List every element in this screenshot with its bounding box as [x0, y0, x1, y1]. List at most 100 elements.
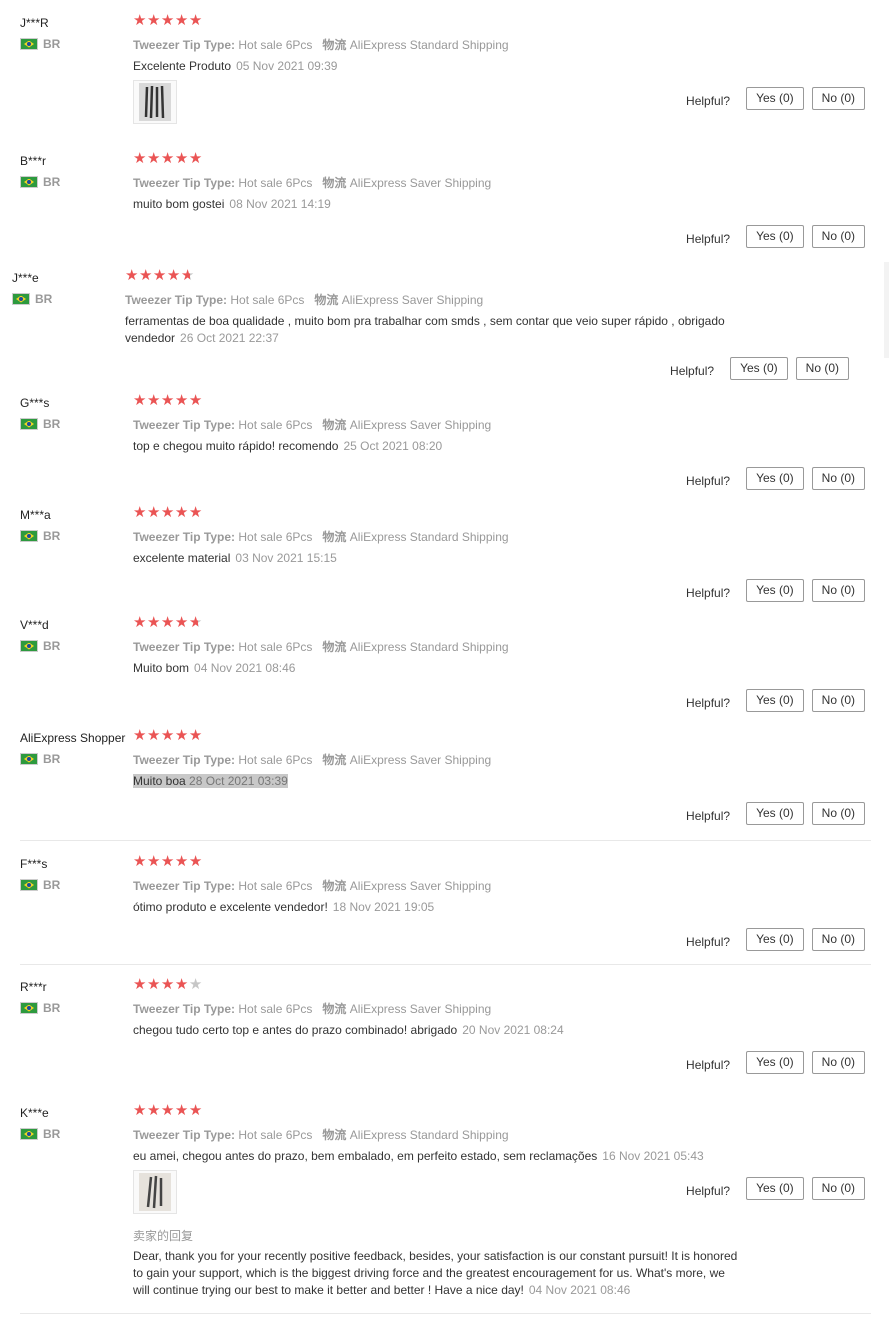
reviewer-name: M***a — [20, 508, 51, 522]
review-text: eu amei, chegou antes do prazo, bem emba… — [133, 1149, 704, 1163]
review-text: Muito boa 28 Oct 2021 03:39 — [133, 774, 288, 788]
helpful-no-button[interactable]: No (0) — [811, 1051, 865, 1074]
helpful-vote: Helpful? Yes (0) No (0) — [686, 579, 865, 602]
review-text: chegou tudo certo top e antes do prazo c… — [133, 1023, 564, 1037]
review-meta: Tweezer Tip Type: Hot sale 6Pcs 物流 AliExp… — [133, 176, 492, 190]
helpful-vote: Helpful? Yes (0) No (0) — [686, 802, 865, 825]
helpful-vote: Helpful? Yes (0) No (0) — [686, 225, 865, 248]
brazil-flag-icon — [20, 418, 38, 430]
star-rating: ★★★★★ — [133, 1102, 203, 1119]
review-divider — [20, 1313, 871, 1314]
reviewer-name: J***e — [12, 271, 39, 285]
brazil-flag-icon — [20, 530, 38, 542]
review-text: ótimo produto e excelente vendedor! 18 No… — [133, 900, 435, 914]
reviewer-name: K***e — [20, 1106, 49, 1120]
review-text: muito bom gostei 08 Nov 2021 14:19 — [133, 197, 331, 211]
reviewer-name: F***s — [20, 857, 48, 871]
helpful-no-button[interactable]: No (0) — [811, 802, 865, 825]
star-rating: ★★★★★ — [133, 150, 203, 167]
seller-reply-text: Dear, thank you for your recently positi… — [133, 1249, 738, 1297]
review-meta: Tweezer Tip Type: Hot sale 6Pcs 物流 AliExp… — [125, 293, 484, 307]
helpful-no-button[interactable]: No (0) — [811, 225, 865, 248]
review-meta: Tweezer Tip Type: Hot sale 6Pcs 物流 AliExp… — [133, 879, 492, 893]
star-rating: ★★★★★ — [133, 392, 203, 409]
review-item: J***e BR ★★★★★ Tweezer Tip Type: Hot sal… — [0, 263, 881, 403]
review-meta: Tweezer Tip Type: Hot sale 6Pcs 物流 AliExp… — [133, 640, 509, 654]
helpful-no-button[interactable]: No (0) — [795, 357, 849, 380]
reviewer-country: BR — [20, 1127, 60, 1141]
review-meta: Tweezer Tip Type: Hot sale 6Pcs 物流 AliExp… — [133, 38, 509, 52]
reviewer-country: BR — [12, 292, 52, 306]
star-rating: ★★★★★ — [133, 12, 203, 29]
helpful-yes-button[interactable]: Yes (0) — [730, 357, 788, 380]
review-text: ferramentas de boa qualidade , muito bom… — [125, 314, 725, 345]
star-rating: ★★★★★ — [133, 976, 203, 993]
helpful-yes-button[interactable]: Yes (0) — [746, 1051, 804, 1074]
helpful-vote: Helpful? Yes (0) No (0) — [686, 1051, 865, 1074]
review-text: Muito bom 04 Nov 2021 08:46 — [133, 661, 296, 675]
helpful-no-button[interactable]: No (0) — [811, 1177, 865, 1200]
brazil-flag-icon — [20, 38, 38, 50]
seller-reply-title: 卖家的回复 — [133, 1229, 194, 1243]
review-meta: Tweezer Tip Type: Hot sale 6Pcs 物流 AliExp… — [133, 1002, 492, 1016]
helpful-yes-button[interactable]: Yes (0) — [746, 689, 804, 712]
review-item: J***R BR ★★★★★ Tweezer Tip Type: Hot sal… — [0, 8, 889, 148]
reviewer-country: BR — [20, 639, 60, 653]
brazil-flag-icon — [20, 753, 38, 765]
helpful-vote: Helpful? Yes (0) No (0) — [670, 357, 849, 380]
brazil-flag-icon — [20, 1128, 38, 1140]
review-photo-thumbnail[interactable] — [133, 1170, 177, 1214]
brazil-flag-icon — [20, 640, 38, 652]
helpful-yes-button[interactable]: Yes (0) — [746, 467, 804, 490]
review-item: F***s BR ★★★★★ Tweezer Tip Type: Hot sal… — [0, 849, 889, 989]
scroll-edge — [884, 262, 889, 358]
brazil-flag-icon — [20, 1002, 38, 1014]
helpful-no-button[interactable]: No (0) — [811, 467, 865, 490]
helpful-yes-button[interactable]: Yes (0) — [746, 87, 804, 110]
helpful-yes-button[interactable]: Yes (0) — [746, 802, 804, 825]
star-rating: ★★★★★ — [133, 614, 203, 631]
helpful-vote: Helpful? Yes (0) No (0) — [686, 87, 865, 110]
review-photo-thumbnail[interactable] — [133, 80, 177, 124]
reviewer-name: V***d — [20, 618, 49, 632]
helpful-yes-button[interactable]: Yes (0) — [746, 579, 804, 602]
reviewer-country: BR — [20, 37, 60, 51]
review-meta: Tweezer Tip Type: Hot sale 6Pcs 物流 AliExp… — [133, 530, 509, 544]
review-item: R***r BR ★★★★★ Tweezer Tip Type: Hot sal… — [0, 972, 889, 1112]
reviewer-name: J***R — [20, 16, 49, 30]
reviewer-name: B***r — [20, 154, 47, 168]
helpful-no-button[interactable]: No (0) — [811, 579, 865, 602]
helpful-no-button[interactable]: No (0) — [811, 689, 865, 712]
reviewer-name: R***r — [20, 980, 47, 994]
review-text: excelente material 03 Nov 2021 15:15 — [133, 551, 337, 565]
star-rating: ★★★★★ — [125, 267, 195, 284]
brazil-flag-icon — [20, 879, 38, 891]
helpful-vote: Helpful? Yes (0) No (0) — [686, 928, 865, 951]
reviewer-country: BR — [20, 529, 60, 543]
review-text: top e chegou muito rápido! recomendo 25 O… — [133, 439, 443, 453]
reviewer-country: BR — [20, 752, 60, 766]
reviewer-name: AliExpress Shopper — [20, 731, 126, 745]
helpful-yes-button[interactable]: Yes (0) — [746, 1177, 804, 1200]
brazil-flag-icon — [12, 293, 30, 305]
review-meta: Tweezer Tip Type: Hot sale 6Pcs 物流 AliExp… — [133, 1128, 509, 1142]
review-text: Excelente Produto 05 Nov 2021 09:39 — [133, 59, 338, 73]
reviewer-country: BR — [20, 175, 60, 189]
reviewer-country: BR — [20, 878, 60, 892]
review-meta: Tweezer Tip Type: Hot sale 6Pcs 物流 AliExp… — [133, 418, 492, 432]
helpful-yes-button[interactable]: Yes (0) — [746, 928, 804, 951]
helpful-yes-button[interactable]: Yes (0) — [746, 225, 804, 248]
star-rating: ★★★★★ — [133, 853, 203, 870]
review-divider — [20, 840, 871, 841]
review-divider — [20, 964, 871, 965]
review-item: K***e BR ★★★★★ Tweezer Tip Type: Hot sal… — [0, 1098, 889, 1308]
helpful-no-button[interactable]: No (0) — [811, 928, 865, 951]
review-meta: Tweezer Tip Type: Hot sale 6Pcs 物流 AliExp… — [133, 753, 492, 767]
helpful-no-button[interactable]: No (0) — [811, 87, 865, 110]
brazil-flag-icon — [20, 176, 38, 188]
reviewer-country: BR — [20, 417, 60, 431]
star-rating: ★★★★★ — [133, 504, 203, 521]
reviewer-name: G***s — [20, 396, 50, 410]
helpful-vote: Helpful? Yes (0) No (0) — [686, 689, 865, 712]
reviewer-country: BR — [20, 1001, 60, 1015]
